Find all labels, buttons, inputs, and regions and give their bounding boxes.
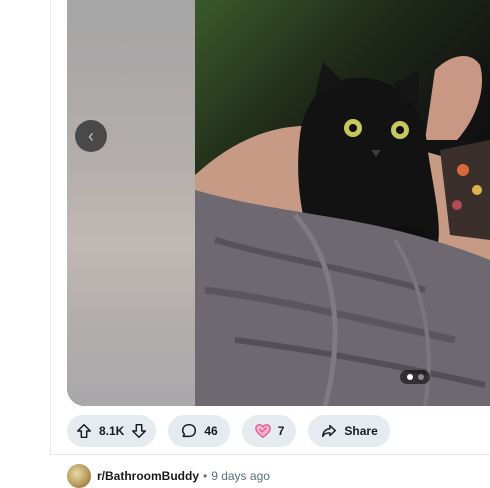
- carousel-indicator: [400, 370, 430, 384]
- award-count: 7: [277, 424, 285, 438]
- post-media[interactable]: ‹: [67, 0, 490, 406]
- carousel-dot-1[interactable]: [406, 374, 413, 380]
- award-button[interactable]: 7: [241, 415, 297, 447]
- meta-separator: •: [203, 469, 208, 483]
- post-divider: [50, 454, 490, 455]
- vote-bar: 8.1K: [67, 415, 157, 447]
- chevron-left-icon: ‹: [88, 125, 94, 146]
- upvote-count: 8.1K: [99, 424, 125, 438]
- carousel-prev-button[interactable]: ‹: [75, 120, 107, 152]
- share-icon: [320, 422, 338, 440]
- carousel-dot-2[interactable]: [417, 374, 424, 380]
- post-time: 9 days ago: [211, 469, 270, 483]
- subreddit-link[interactable]: r/BathroomBuddy: [97, 469, 199, 483]
- share-label: Share: [344, 424, 378, 438]
- post-image[interactable]: [195, 0, 490, 406]
- share-button[interactable]: Share: [308, 415, 390, 447]
- downvote-icon[interactable]: [130, 422, 148, 440]
- subreddit-avatar[interactable]: [67, 464, 91, 488]
- upvote-icon[interactable]: [75, 422, 93, 440]
- cat-photo: [195, 55, 490, 406]
- left-divider: [50, 0, 51, 455]
- comments-button[interactable]: 46: [168, 415, 230, 447]
- next-post-meta: r/BathroomBuddy • 9 days ago: [67, 464, 270, 488]
- comment-icon: [180, 422, 198, 440]
- previous-slide-preview: ‹: [67, 0, 195, 406]
- heart-award-icon: [254, 422, 272, 440]
- post-actions: 8.1K 46 7 Share: [67, 415, 390, 447]
- comment-count: 46: [204, 424, 218, 438]
